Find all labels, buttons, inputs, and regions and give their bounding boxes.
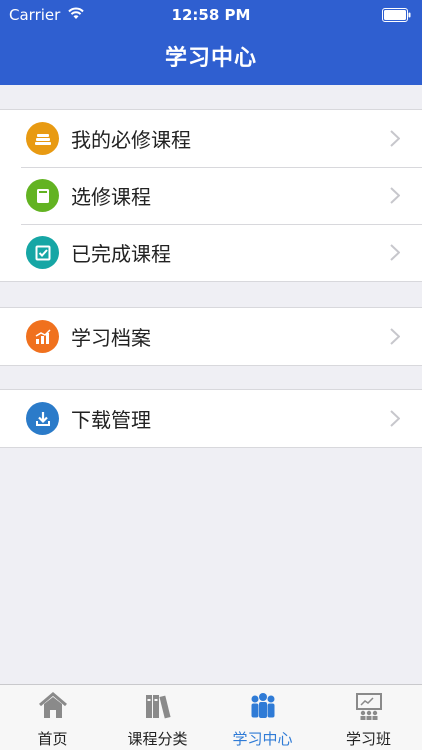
tab-course-categories[interactable]: 课程分类 <box>105 685 210 750</box>
navigation-header: Carrier 12:58 PM 学习中心 <box>0 0 422 85</box>
chevron-right-icon <box>390 130 400 147</box>
menu-row-label: 下载管理 <box>71 408 151 432</box>
chevron-right-icon <box>390 244 400 261</box>
menu-row-elective-courses[interactable]: 选修课程 <box>0 167 422 224</box>
tab-label: 首页 <box>37 730 68 748</box>
menu-row-download-management[interactable]: 下载管理 <box>0 390 422 447</box>
chevron-right-icon <box>390 410 400 427</box>
chevron-right-icon <box>390 328 400 345</box>
tab-study-class[interactable]: 学习班 <box>315 685 422 750</box>
tab-label: 学习班 <box>345 730 391 748</box>
menu-row-learning-archive[interactable]: 学习档案 <box>0 308 422 365</box>
learning-archive-group: 学习档案 <box>0 307 422 366</box>
stack-icon <box>26 122 59 155</box>
menu-row-label: 学习档案 <box>71 326 151 350</box>
chart-icon <box>26 320 59 353</box>
classroom-icon <box>355 693 382 720</box>
required-courses-group: 我的必修课程 选修课程 已完成课程 <box>0 109 422 282</box>
tab-learning-center[interactable]: 学习中心 <box>210 685 315 750</box>
books-icon <box>145 695 171 719</box>
tab-label: 学习中心 <box>232 730 293 748</box>
menu-row-label: 选修课程 <box>71 185 151 209</box>
page-title: 学习中心 <box>164 46 257 71</box>
menu-row-label: 我的必修课程 <box>71 128 191 152</box>
menu-row-label: 已完成课程 <box>71 242 171 266</box>
tab-label: 课程分类 <box>127 730 188 748</box>
download-management-group: 下载管理 <box>0 389 422 448</box>
book-icon <box>26 179 59 212</box>
status-bar: Carrier 12:58 PM <box>0 0 422 30</box>
battery-icon <box>382 8 411 22</box>
tab-bar: 首页 课程分类 学习中心 学习班 <box>0 684 422 750</box>
menu-row-completed-courses[interactable]: 已完成课程 <box>0 224 422 281</box>
download-icon <box>26 402 59 435</box>
home-icon <box>38 692 67 718</box>
menu-row-required-courses[interactable]: 我的必修课程 <box>0 110 422 167</box>
chevron-right-icon <box>390 187 400 204</box>
status-time: 12:58 PM <box>171 6 251 24</box>
learning-center-screen: Carrier 12:58 PM 学习中心 我的必修课程 选修课程 已完成课程 … <box>0 0 422 750</box>
tab-home[interactable]: 首页 <box>0 685 105 750</box>
people-icon <box>251 693 274 718</box>
check-icon <box>26 236 59 269</box>
